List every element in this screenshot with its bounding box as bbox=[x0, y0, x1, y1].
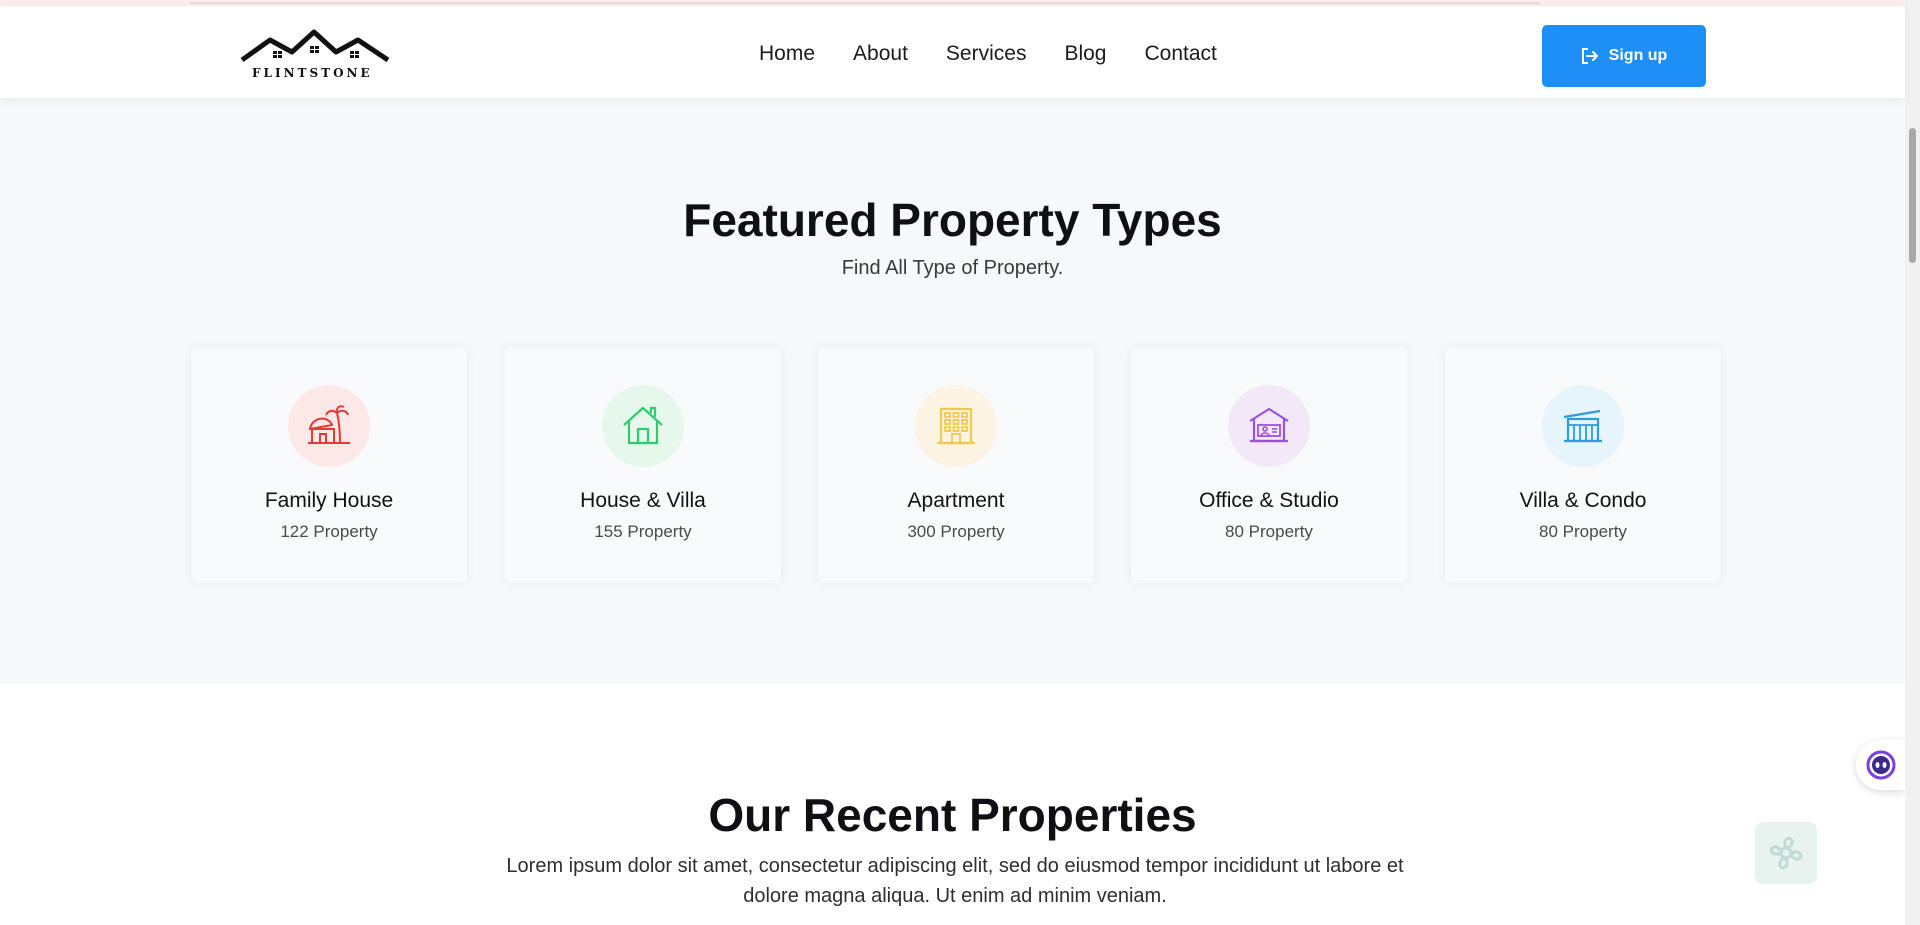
nav-home[interactable]: Home bbox=[759, 42, 815, 66]
featured-title: Featured Property Types bbox=[683, 194, 1222, 246]
card-title: Apartment bbox=[907, 489, 1005, 512]
main-nav: Home About Services Blog Contact bbox=[759, 42, 1217, 66]
office-icon bbox=[1249, 407, 1289, 443]
sign-up-label: Sign up bbox=[1608, 47, 1668, 64]
icon-circle bbox=[602, 385, 684, 467]
sign-in-icon bbox=[1581, 48, 1598, 64]
beach-house-icon bbox=[308, 405, 350, 444]
card-count: 80 Property bbox=[1539, 522, 1627, 541]
featured-property-types: Featured Property Types Find All Type of… bbox=[0, 98, 1905, 684]
recent-description: Lorem ipsum dolor sit amet, consectetur … bbox=[506, 855, 1404, 907]
sign-up-button[interactable]: Sign up bbox=[1542, 25, 1706, 87]
floating-widget[interactable] bbox=[1755, 822, 1817, 884]
icon-circle bbox=[1542, 385, 1624, 467]
site-header: FLINTSTONE Home About Services Blog Cont… bbox=[0, 6, 1905, 98]
card-title: Family House bbox=[264, 489, 394, 512]
card-count: 122 Property bbox=[280, 522, 378, 541]
card-count: 155 Property bbox=[594, 522, 692, 541]
property-type-card[interactable]: Apartment 300 Property bbox=[818, 347, 1094, 583]
card-count: 80 Property bbox=[1225, 522, 1313, 541]
card-count: 300 Property bbox=[907, 522, 1005, 541]
card-title: Villa & Condo bbox=[1519, 489, 1647, 512]
featured-subtitle: Find All Type of Property. bbox=[841, 257, 1064, 279]
nav-services[interactable]: Services bbox=[946, 42, 1027, 66]
property-type-card[interactable]: House & Villa 155 Property bbox=[505, 347, 781, 583]
assistant-face-icon bbox=[1866, 750, 1896, 780]
icon-circle bbox=[1228, 385, 1310, 467]
icon-circle bbox=[915, 385, 997, 467]
recent-title: Our Recent Properties bbox=[708, 789, 1197, 841]
property-type-card[interactable]: Office & Studio 80 Property bbox=[1131, 347, 1407, 583]
icon-circle bbox=[288, 385, 370, 467]
card-title: Office & Studio bbox=[1199, 489, 1339, 512]
assistant-launcher[interactable] bbox=[1856, 740, 1906, 790]
scrollbar-thumb[interactable] bbox=[1909, 128, 1916, 263]
nav-about[interactable]: About bbox=[853, 42, 908, 66]
roof-logo-icon bbox=[240, 29, 390, 63]
logo[interactable]: FLINTSTONE bbox=[240, 26, 390, 82]
nav-blog[interactable]: Blog bbox=[1064, 42, 1106, 66]
page-scrollbar[interactable] bbox=[1905, 0, 1920, 925]
logo-text: FLINTSTONE bbox=[252, 66, 373, 80]
condo-icon bbox=[1563, 409, 1602, 443]
top-strip-line bbox=[190, 2, 1540, 4]
flower-icon bbox=[1769, 836, 1803, 870]
house-icon bbox=[623, 406, 663, 445]
property-type-card[interactable]: Villa & Condo 80 Property bbox=[1445, 347, 1721, 583]
card-title: House & Villa bbox=[580, 489, 706, 512]
apartment-building-icon bbox=[937, 407, 975, 445]
property-type-card[interactable]: Family House 122 Property bbox=[191, 347, 467, 583]
nav-contact[interactable]: Contact bbox=[1144, 42, 1216, 66]
